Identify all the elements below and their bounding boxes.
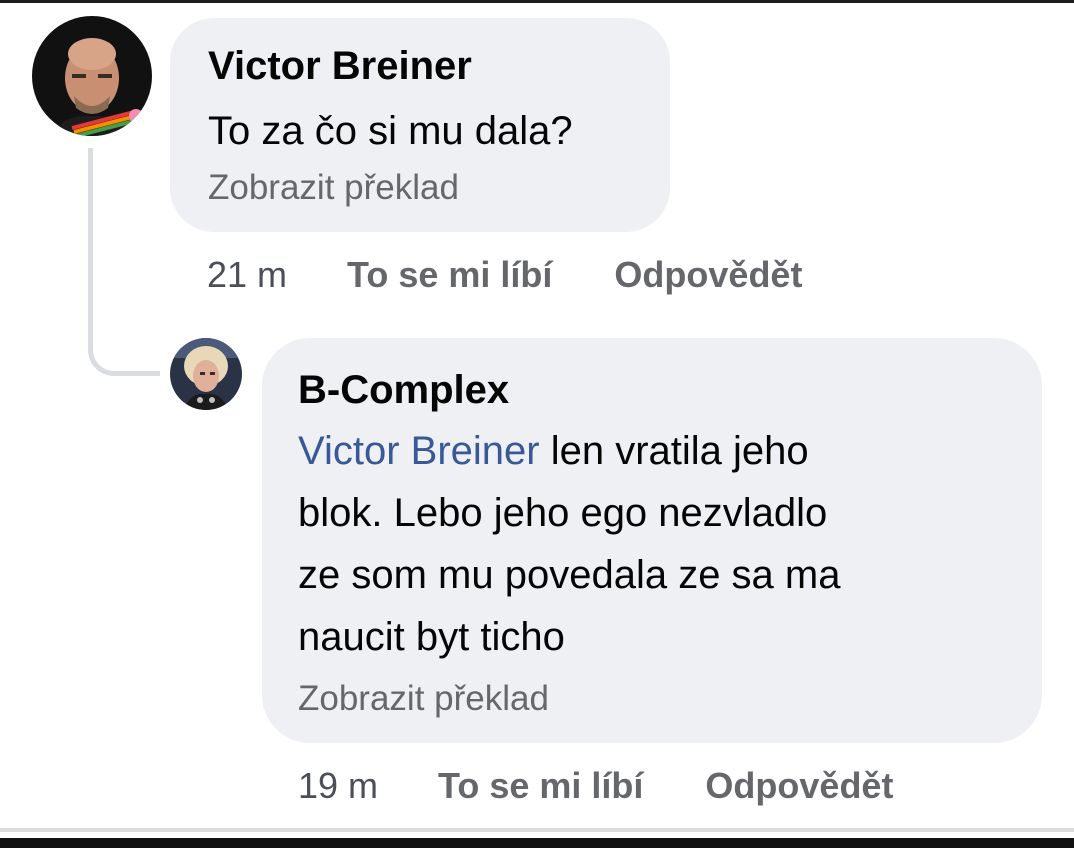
- bottom-edge: [0, 838, 1074, 848]
- reply-text: Victor Breiner len vratila jeho blok. Le…: [298, 420, 1018, 668]
- comment-author[interactable]: Victor Breiner: [208, 42, 472, 90]
- see-translation-link[interactable]: Zobrazit překlad: [298, 677, 549, 721]
- avatar-photo-icon: [32, 16, 152, 136]
- comment-timestamp[interactable]: 21 m: [207, 254, 287, 296]
- reply-button[interactable]: Odpovědět: [614, 254, 802, 296]
- reply-bubble[interactable]: B-Complex Victor Breiner len vratila jeh…: [262, 338, 1042, 743]
- avatar-victor-breiner[interactable]: [32, 16, 152, 136]
- reply-timestamp[interactable]: 19 m: [298, 765, 378, 807]
- divider: [0, 828, 1074, 832]
- reply-text-line: len vratila jeho: [539, 429, 809, 473]
- comment-actions: 21 m To se mi líbí Odpovědět: [207, 254, 802, 296]
- see-translation-link[interactable]: Zobrazit překlad: [208, 166, 459, 210]
- mention-link[interactable]: Victor Breiner: [298, 429, 540, 473]
- reply-text-line: blok. Lebo jeho ego nezvladlo: [298, 491, 828, 535]
- reply-author[interactable]: B-Complex: [298, 366, 509, 414]
- comment-bubble[interactable]: Victor Breiner To za čo si mu dala? Zobr…: [170, 18, 670, 232]
- reply-text-line: ze som mu povedala ze sa ma: [298, 553, 841, 597]
- avatar-b-complex[interactable]: [170, 338, 242, 410]
- like-button[interactable]: To se mi líbí: [438, 765, 643, 807]
- reply-button[interactable]: Odpovědět: [705, 765, 893, 807]
- top-border: [0, 0, 1074, 3]
- thread-connector-line: [88, 148, 160, 376]
- comment-text: To za čo si mu dala?: [208, 109, 573, 153]
- reply-actions: 19 m To se mi líbí Odpovědět: [298, 765, 893, 807]
- like-button[interactable]: To se mi líbí: [347, 254, 552, 296]
- avatar-photo-icon: [170, 338, 242, 410]
- reply-text-line: naucit byt ticho: [298, 615, 565, 659]
